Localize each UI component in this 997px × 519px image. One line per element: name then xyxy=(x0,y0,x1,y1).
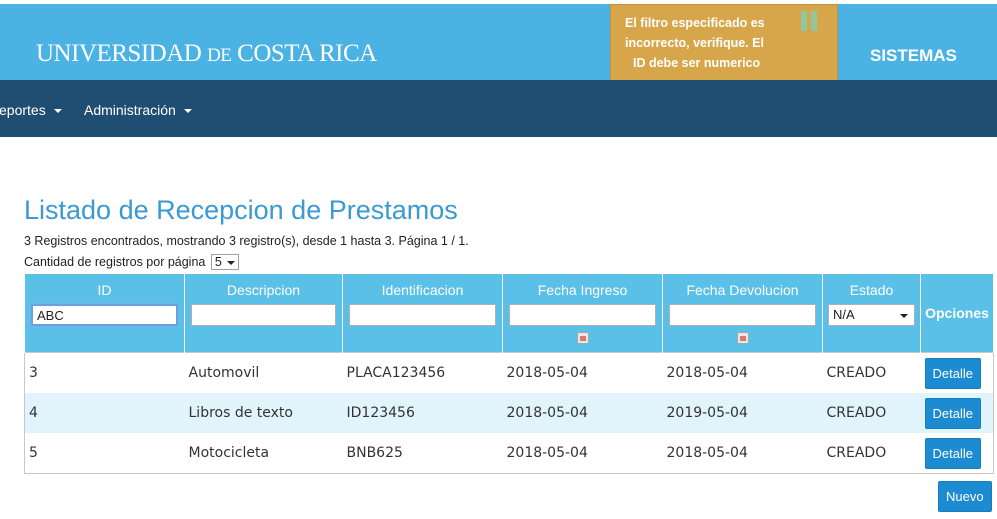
fecha-devolucion-filter-input[interactable] xyxy=(669,304,816,326)
perpage-select[interactable]: 5 xyxy=(210,254,239,270)
column-identificacion: Identificacion xyxy=(342,274,503,353)
cell-descripcion: Automovil xyxy=(184,352,343,393)
chevron-down-icon xyxy=(900,314,908,318)
descripcion-filter-input[interactable] xyxy=(191,304,336,326)
table-row: 5 Motocicleta BNB625 2018-05-04 2018-05-… xyxy=(24,433,994,474)
nav-administracion[interactable]: Administración xyxy=(84,102,192,118)
estado-filter-select[interactable]: N/A xyxy=(828,304,915,326)
logo-rest: COSTA RICA xyxy=(237,40,377,67)
column-fecha-ingreso-label: Fecha Ingreso xyxy=(537,282,628,298)
page-title: Listado de Recepcion de Prestamos xyxy=(24,195,458,225)
column-descripcion: Descripcion xyxy=(184,274,343,353)
cell-fecha-ingreso: 2018-05-04 xyxy=(502,393,663,433)
cell-fecha-devolucion: 2018-05-04 xyxy=(662,433,823,474)
perpage-value: 5 xyxy=(214,255,222,269)
records-per-page: Cantidad de registros por página 5 xyxy=(24,254,239,270)
column-fecha-devolucion: Fecha Devolucion xyxy=(662,274,823,353)
nuevo-button[interactable]: Nuevo xyxy=(938,481,992,512)
id-filter-input[interactable]: ABC xyxy=(31,304,178,326)
detalle-button[interactable]: Detalle xyxy=(924,397,981,429)
column-fecha-ingreso: Fecha Ingreso xyxy=(502,274,663,353)
error-notification: El filtro especificado es incorrecto, ve… xyxy=(610,4,838,90)
cell-identificacion: BNB625 xyxy=(342,433,503,474)
column-id-label: ID xyxy=(97,282,112,298)
main-navbar: eportes Administración xyxy=(0,80,997,137)
cell-descripcion: Motocicleta xyxy=(184,433,343,474)
chevron-down-icon xyxy=(226,260,235,265)
column-fecha-devolucion-label: Fecha Devolucion xyxy=(686,282,799,298)
detalle-button[interactable]: Detalle xyxy=(924,357,981,389)
cell-id: 3 xyxy=(24,352,185,393)
column-identificacion-label: Identificacion xyxy=(381,282,464,298)
cell-estado: CREADO xyxy=(822,433,921,474)
cell-fecha-devolucion: 2018-05-04 xyxy=(662,352,823,393)
pause-icon[interactable] xyxy=(801,11,819,31)
sistemas-link[interactable]: SISTEMAS xyxy=(870,46,957,66)
university-logo[interactable]: UNIVERSIDAD DE COSTA RICA xyxy=(36,40,377,68)
alert-line-2: incorrecto, verifique. El xyxy=(625,36,764,50)
cell-descripcion: Libros de texto xyxy=(184,393,343,433)
cell-fecha-ingreso: 2018-05-04 xyxy=(502,433,663,474)
site-header: UNIVERSIDAD DE COSTA RICA SISTEMAS xyxy=(0,4,997,80)
column-opciones: Opciones xyxy=(920,274,994,353)
cell-identificacion: PLACA123456 xyxy=(342,352,503,393)
cell-estado: CREADO xyxy=(822,393,921,433)
detalle-button[interactable]: Detalle xyxy=(924,437,981,469)
column-descripcion-label: Descripcion xyxy=(226,282,301,298)
cell-fecha-ingreso: 2018-05-04 xyxy=(502,352,663,393)
logo-de: DE xyxy=(207,45,232,66)
identificacion-filter-input[interactable] xyxy=(349,304,496,326)
column-estado-label: Estado xyxy=(849,282,894,298)
logo-main: UNIVERSIDAD xyxy=(36,40,202,67)
table-row: 3 Automovil PLACA123456 2018-05-04 2018-… xyxy=(24,352,994,393)
chevron-down-icon xyxy=(53,109,62,114)
loans-table: ID ABC Descripcion Identificacion Fecha … xyxy=(24,274,994,474)
cell-id: 5 xyxy=(24,433,185,474)
chevron-down-icon xyxy=(183,109,192,114)
cell-estado: CREADO xyxy=(822,352,921,393)
table-header-row: ID ABC Descripcion Identificacion Fecha … xyxy=(24,274,994,353)
alert-line-3: ID debe ser numerico xyxy=(633,56,761,70)
column-id: ID ABC xyxy=(24,274,185,353)
cell-id: 4 xyxy=(24,393,185,433)
column-opciones-label: Opciones xyxy=(925,305,989,321)
fecha-ingreso-filter-input[interactable] xyxy=(509,304,656,326)
estado-filter-value: N/A xyxy=(833,307,855,322)
table-row: 4 Libros de texto ID123456 2018-05-04 20… xyxy=(24,393,994,433)
cell-fecha-devolucion: 2019-05-04 xyxy=(662,393,823,433)
results-summary: 3 Registros encontrados, mostrando 3 reg… xyxy=(24,234,469,248)
perpage-label: Cantidad de registros por página xyxy=(24,255,206,269)
nav-administracion-label: Administración xyxy=(84,102,176,118)
nav-reportes-label: eportes xyxy=(0,102,46,118)
column-estado: Estado N/A xyxy=(822,274,921,353)
cell-identificacion: ID123456 xyxy=(342,393,503,433)
cell-opciones: Detalle xyxy=(920,433,994,474)
calendar-icon[interactable] xyxy=(736,332,749,344)
cell-opciones: Detalle xyxy=(920,393,994,433)
nav-reportes[interactable]: eportes xyxy=(0,102,62,118)
calendar-icon[interactable] xyxy=(576,332,589,344)
cell-opciones: Detalle xyxy=(920,352,994,393)
